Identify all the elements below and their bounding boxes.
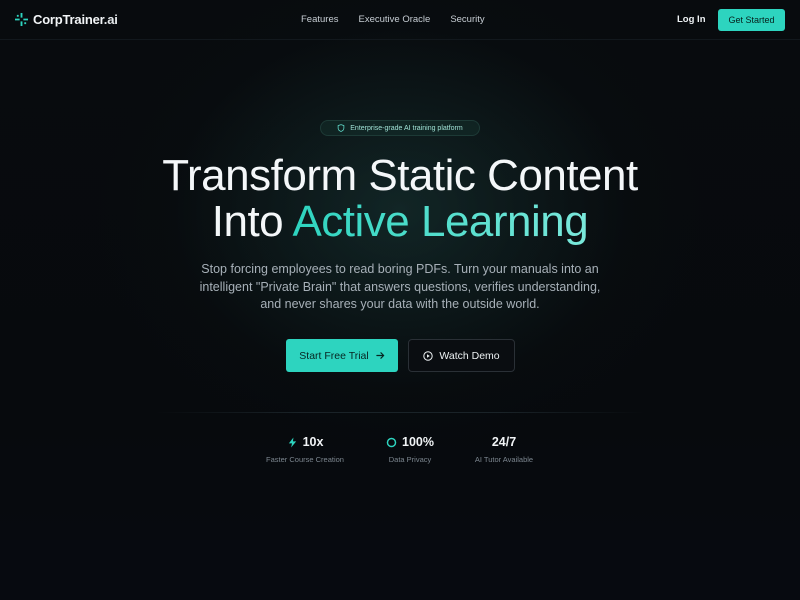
brand-logo[interactable]: CorpTrainer.ai <box>15 12 118 27</box>
stat-value: 24/7 <box>491 435 517 449</box>
badge-text: Enterprise-grade AI training platform <box>350 124 463 132</box>
lightning-icon <box>288 436 296 448</box>
brand-name: CorpTrainer.ai <box>33 12 118 27</box>
nav-link-executive-oracle[interactable]: Executive Oracle <box>359 14 431 25</box>
sparkle-cross-icon <box>15 13 28 26</box>
hero-headline: Transform Static Content Into Active Lea… <box>0 153 800 245</box>
stat-value: 10x <box>302 435 324 449</box>
start-free-trial-button[interactable]: Start Free Trial <box>286 339 398 372</box>
platform-badge: Enterprise-grade AI training platform <box>320 120 480 136</box>
shield-icon <box>337 124 345 132</box>
nav-links: Features Executive Oracle Security <box>301 14 505 25</box>
nav-link-security[interactable]: Security <box>450 14 484 25</box>
lower-band <box>0 540 800 600</box>
stat-value: 100% <box>402 435 434 449</box>
ring-icon <box>386 437 397 447</box>
get-started-button[interactable]: Get Started <box>718 9 785 31</box>
headline-line2-prefix: Into <box>211 197 293 246</box>
stat-label: AI Tutor Available <box>474 455 534 464</box>
stat-label: Faster Course Creation <box>266 455 344 464</box>
top-navbar: CorpTrainer.ai Features Executive Oracle… <box>0 0 800 40</box>
hero-subtext: Stop forcing employees to read boring PD… <box>199 262 601 311</box>
stat-ai-tutor: 24/7 AI Tutor Available <box>444 434 564 464</box>
start-free-trial-label: Start Free Trial <box>299 349 369 362</box>
watch-demo-label: Watch Demo <box>439 349 500 362</box>
nav-link-features[interactable]: Features <box>301 14 339 25</box>
play-circle-icon <box>423 350 434 361</box>
section-divider <box>155 412 645 413</box>
headline-accent: Active Learning <box>292 197 589 246</box>
login-link[interactable]: Log In <box>677 14 706 25</box>
arrow-right-icon <box>376 352 384 359</box>
headline-line1: Transform Static Content <box>162 151 638 200</box>
stat-course-creation: 10x Faster Course Creation <box>245 434 365 464</box>
watch-demo-button[interactable]: Watch Demo <box>408 339 515 372</box>
